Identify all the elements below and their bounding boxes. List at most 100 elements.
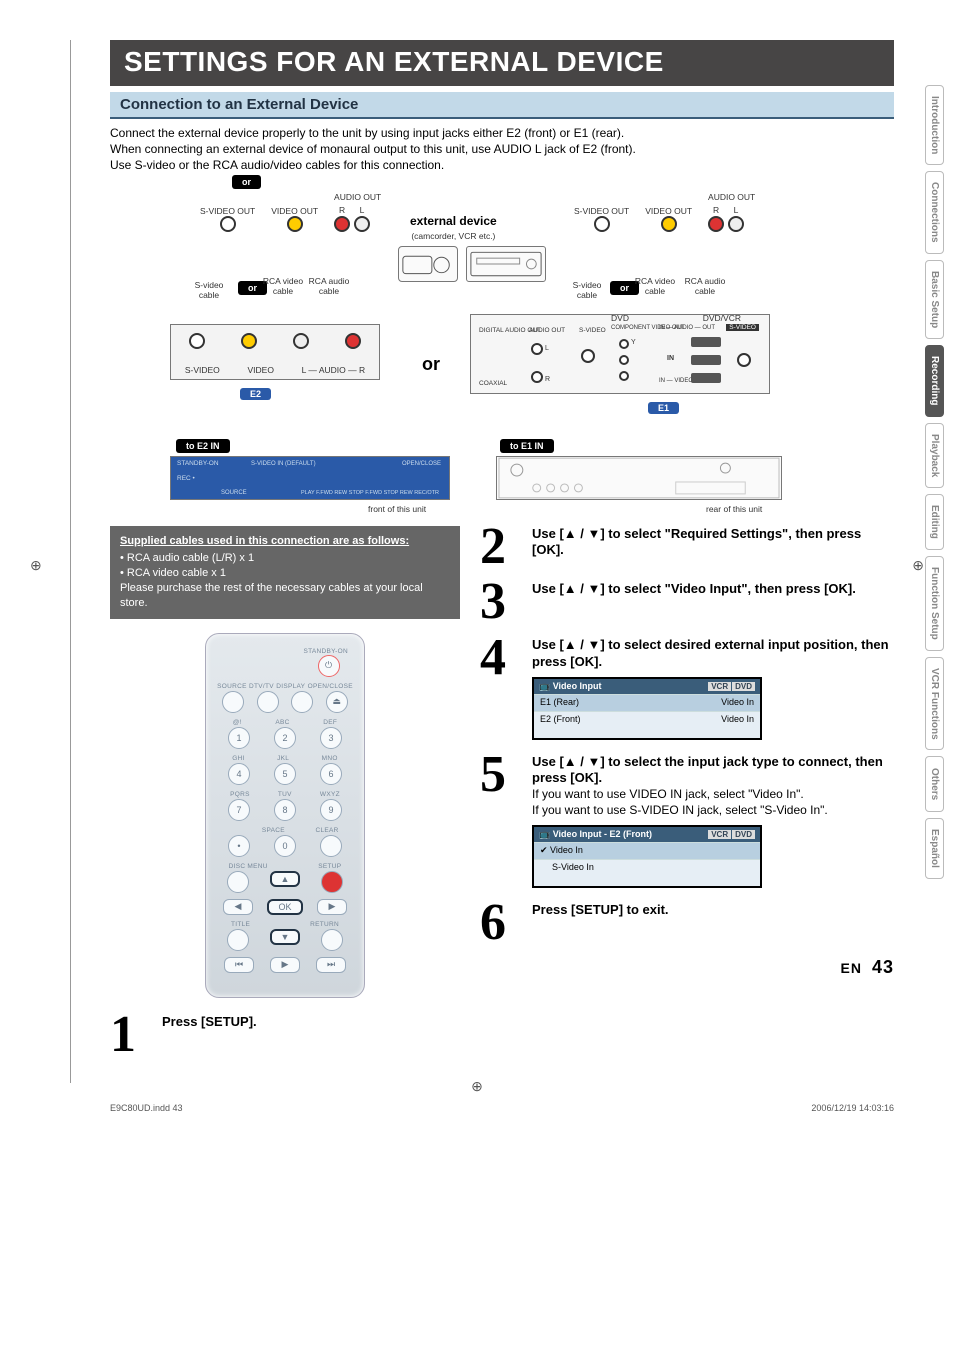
jack-label: VIDEO OUT bbox=[271, 206, 318, 216]
cable-label-rca-audio: RCA audio cable bbox=[680, 276, 730, 296]
label: VIDEO bbox=[248, 365, 274, 375]
remote-key bbox=[320, 835, 342, 857]
video-jack-icon bbox=[287, 216, 303, 232]
remote-key: 0 bbox=[274, 835, 296, 857]
standby-button-icon: ⏻ bbox=[318, 655, 340, 677]
supplied-cables-box: Supplied cables used in this connection … bbox=[110, 526, 460, 619]
jack-icon bbox=[241, 333, 257, 349]
remote-key: 8 bbox=[274, 799, 296, 821]
next-button: ⏭ bbox=[316, 957, 346, 973]
remote-button bbox=[291, 691, 313, 713]
jack-label: AUDIO OUT bbox=[708, 192, 755, 202]
remote-button: ⏏ bbox=[326, 691, 348, 713]
page-number: EN43 bbox=[480, 957, 894, 978]
step-number-5: 5 bbox=[480, 754, 524, 888]
front-caption: front of this unit bbox=[368, 504, 426, 514]
remote-button bbox=[222, 691, 244, 713]
jack-icon bbox=[345, 333, 361, 349]
cable-label-rca-video: RCA video cable bbox=[634, 276, 676, 296]
intro-text: Connect the external device properly to … bbox=[110, 125, 894, 174]
remote-key: 9 bbox=[320, 799, 342, 821]
front-jack-panel: S-VIDEO VIDEO L — AUDIO — R bbox=[170, 324, 380, 380]
or-pill: or bbox=[232, 175, 261, 189]
tab-others[interactable]: Others bbox=[925, 756, 944, 812]
audio-l-jack-icon bbox=[354, 216, 370, 232]
step-1-text: Press [SETUP]. bbox=[162, 1014, 257, 1029]
osd-row-value: Video In bbox=[721, 714, 754, 726]
vcr-icon bbox=[466, 246, 546, 282]
tab-editing[interactable]: Editing bbox=[925, 494, 944, 550]
remote-control-illustration: STANDBY-ON ⏻ SOURCE DTV/TV DISPLAY OPEN/… bbox=[205, 633, 365, 998]
cable-label-rca-audio: RCA audio cable bbox=[308, 276, 350, 296]
supplied-item: • RCA audio cable (L/R) x 1 bbox=[120, 552, 254, 564]
tab-vcr-functions[interactable]: VCR Functions bbox=[925, 657, 944, 751]
remote-label: DISPLAY bbox=[276, 683, 305, 690]
rear-of-unit-illustration bbox=[496, 456, 782, 500]
osd-row-label: E2 (Front) bbox=[540, 714, 581, 726]
nav-up-button: ▲ bbox=[270, 871, 300, 887]
tab-function-setup[interactable]: Function Setup bbox=[925, 556, 944, 651]
osd-row-value: Video In bbox=[721, 697, 754, 709]
tab-basic-setup[interactable]: Basic Setup bbox=[925, 260, 944, 339]
audio-l-jack-icon bbox=[728, 216, 744, 232]
remote-key: 1 bbox=[228, 727, 250, 749]
video-jack-icon bbox=[661, 216, 677, 232]
registration-mark-icon: ⊕ bbox=[471, 1078, 483, 1095]
nav-right-button: ▶ bbox=[317, 899, 347, 915]
svideo-jack-icon bbox=[594, 216, 610, 232]
label: L — AUDIO — R bbox=[302, 365, 365, 375]
e2-tag: E2 bbox=[240, 388, 271, 400]
osd-video-input: 📺 Video Input VCRDVD E1 (Rear)Video In E… bbox=[532, 677, 762, 740]
prev-button: ⏮ bbox=[224, 957, 254, 973]
jack-label: S-VIDEO OUT bbox=[574, 206, 629, 216]
tab-playback[interactable]: Playback bbox=[925, 423, 944, 488]
remote-key: • bbox=[228, 835, 250, 857]
ok-button: OK bbox=[267, 899, 303, 915]
remote-label: TITLE bbox=[231, 921, 250, 928]
supplied-item: • RCA video cable x 1 bbox=[120, 567, 226, 579]
nav-left-button: ◀ bbox=[223, 899, 253, 915]
jack-label: S-VIDEO OUT bbox=[200, 206, 255, 216]
remote-key: 4 bbox=[228, 763, 250, 785]
audio-r-jack-icon bbox=[334, 216, 350, 232]
remote-button bbox=[321, 929, 343, 951]
step-2-text: Use [▲ / ▼] to select "Required Settings… bbox=[532, 526, 861, 558]
jack-icon bbox=[189, 333, 205, 349]
step-number-6: 6 bbox=[480, 902, 524, 944]
tab-connections[interactable]: Connections bbox=[925, 171, 944, 254]
external-device-sub: (camcorder, VCR etc.) bbox=[411, 231, 495, 241]
tab-recording[interactable]: Recording bbox=[925, 345, 944, 416]
front-of-unit-illustration: STANDBY-ON REC • S-VIDEO IN (DEFAULT) OP… bbox=[170, 456, 450, 500]
tab-introduction[interactable]: Introduction bbox=[925, 85, 944, 165]
jack-r-label: R bbox=[339, 205, 345, 215]
cable-label-rca-video: RCA video cable bbox=[262, 276, 304, 296]
step-number-4: 4 bbox=[480, 637, 524, 740]
jack-l-label: L bbox=[360, 205, 365, 215]
tab-espanol[interactable]: Español bbox=[925, 818, 944, 879]
remote-label: DTV/TV bbox=[249, 683, 274, 690]
step-3-text: Use [▲ / ▼] to select "Video Input", the… bbox=[532, 581, 856, 596]
e1-tag: E1 bbox=[648, 402, 679, 414]
remote-key: 7 bbox=[228, 799, 250, 821]
jack-label: VIDEO OUT bbox=[645, 206, 692, 216]
remote-standby-label: STANDBY-ON bbox=[216, 648, 354, 655]
step-number-2: 2 bbox=[480, 526, 524, 568]
cable-label-svideo: S-video cable bbox=[184, 280, 234, 300]
supplied-heading: Supplied cables used in this connection … bbox=[120, 534, 409, 549]
step-5-note: If you want to use VIDEO IN jack, select… bbox=[532, 787, 804, 801]
connection-diagram: external device (camcorder, VCR etc.) S-… bbox=[110, 184, 894, 514]
remote-label: SETUP bbox=[318, 863, 341, 870]
to-e1-label: to E1 IN bbox=[500, 439, 554, 453]
rear-jack-panel: DVD DVD/VCR DIGITAL AUDIO OUT AUDIO OUT … bbox=[470, 314, 770, 394]
camcorder-icon bbox=[398, 246, 458, 282]
remote-key: 6 bbox=[320, 763, 342, 785]
external-device-label: external device bbox=[410, 214, 497, 228]
remote-label: OPEN/CLOSE bbox=[308, 683, 353, 690]
jack-icon bbox=[293, 333, 309, 349]
print-footer: E9C80UD.indd 43 2006/12/19 14:03:16 bbox=[0, 1103, 954, 1113]
step-6-text: Press [SETUP] to exit. bbox=[532, 902, 669, 917]
step-4-text: Use [▲ / ▼] to select desired external i… bbox=[532, 637, 889, 669]
nav-down-button: ▼ bbox=[270, 929, 300, 945]
jack-label: AUDIO OUT bbox=[334, 192, 381, 202]
cable-label-svideo: S-video cable bbox=[562, 280, 612, 300]
